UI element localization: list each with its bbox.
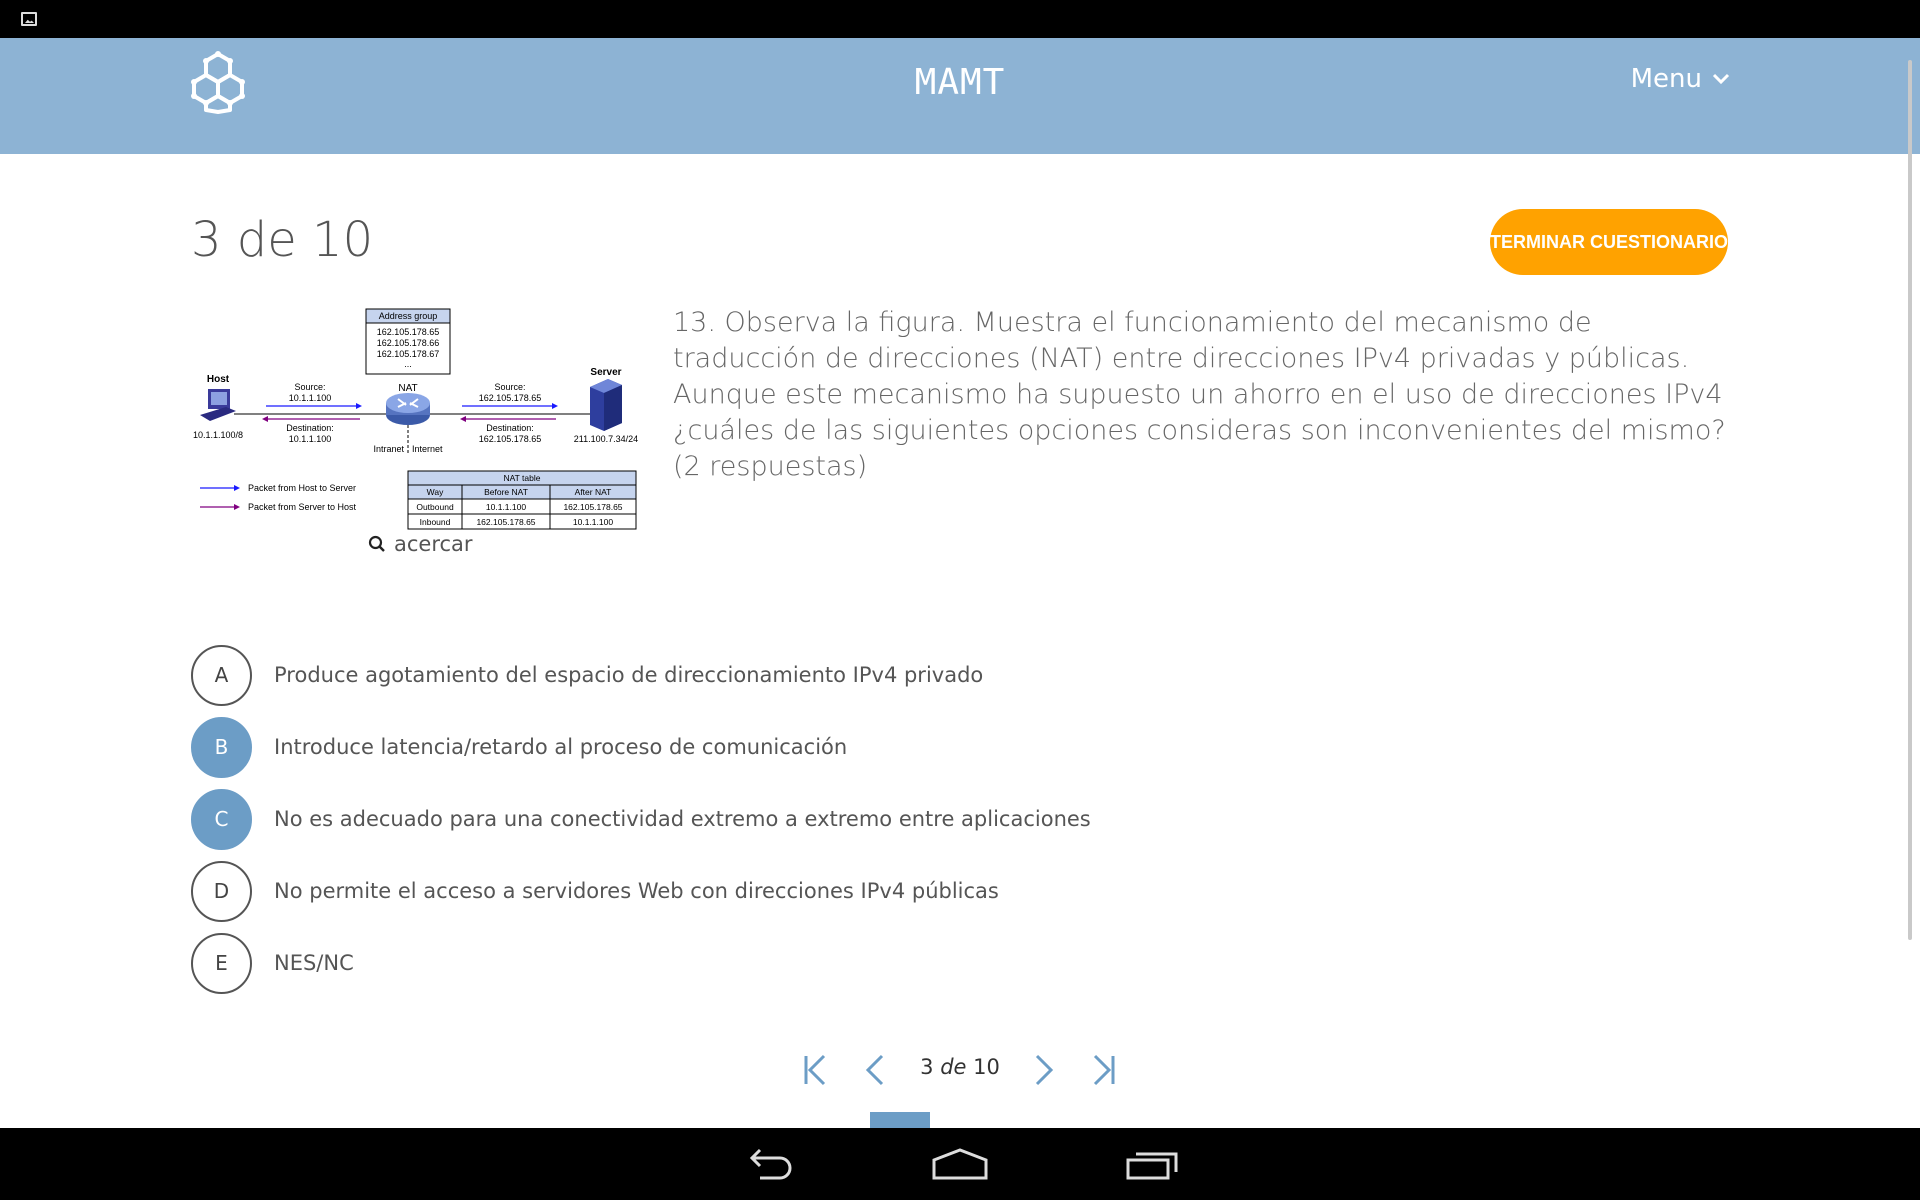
option-letter: C: [191, 788, 252, 850]
search-icon: [368, 535, 385, 552]
option-d[interactable]: D No permite el acceso a servidores Web …: [191, 860, 999, 922]
address-group-ip: 162.105.178.65: [377, 327, 440, 337]
option-letter: D: [191, 860, 252, 922]
navigation-bar: [0, 1128, 1920, 1200]
option-letter: B: [191, 716, 252, 778]
scrollbar[interactable]: [1908, 60, 1912, 940]
nat-table-cell: Inbound: [420, 517, 451, 527]
computer-icon: [200, 389, 236, 421]
server-ip: 211.100.7.34/24: [574, 434, 638, 444]
host-label: Host: [207, 374, 230, 385]
left-source-ip: 10.1.1.100: [289, 393, 332, 403]
nat-table-title: NAT table: [503, 473, 540, 483]
zoom-link[interactable]: acercar: [368, 532, 473, 556]
finish-quiz-button[interactable]: TERMINAR CUESTIONARIO: [1490, 209, 1728, 275]
right-destination-label: Destination:: [486, 423, 534, 433]
scroll-tab[interactable]: [870, 1112, 930, 1128]
home-icon[interactable]: [932, 1146, 988, 1182]
zoom-label: acercar: [394, 532, 473, 556]
next-page-button[interactable]: [1025, 1050, 1061, 1090]
last-page-button[interactable]: [1085, 1050, 1121, 1090]
nat-label: NAT: [398, 383, 417, 394]
host-ip: 10.1.1.100/8: [193, 430, 243, 440]
option-e[interactable]: E NES/NC: [191, 932, 354, 994]
router-icon: [386, 393, 430, 425]
option-text: Introduce latencia/retardo al proceso de…: [274, 735, 848, 759]
option-c[interactable]: C No es adecuado para una conectividad e…: [191, 788, 1091, 850]
nat-table-header: Before NAT: [484, 487, 528, 497]
chevron-right-icon: [1035, 1054, 1054, 1086]
previous-page-button[interactable]: [858, 1050, 894, 1090]
nat-table-header: After NAT: [575, 487, 612, 497]
pagination: 3 de 10: [0, 1050, 1920, 1090]
page-title: 3 de 10: [191, 212, 374, 268]
option-text: Produce agotamiento del espacio de direc…: [274, 663, 984, 687]
option-letter: A: [191, 644, 252, 706]
server-icon: [590, 379, 622, 431]
status-bar: [0, 0, 1920, 38]
back-icon[interactable]: [740, 1146, 796, 1182]
image-notification-icon: [21, 12, 37, 26]
legend-server-to-host: Packet from Server to Host: [248, 502, 357, 512]
nat-figure[interactable]: Address group 162.105.178.65 162.105.178…: [190, 305, 640, 537]
nat-table-cell: 10.1.1.100: [486, 502, 526, 512]
nat-table-header: Way: [427, 487, 444, 497]
recent-apps-icon[interactable]: [1124, 1146, 1180, 1182]
page-indicator: 3 de 10: [920, 1055, 1000, 1079]
internet-label: Internet: [412, 444, 443, 454]
option-letter: E: [191, 932, 252, 994]
chevron-down-icon: [1712, 73, 1730, 85]
address-group-ip: 162.105.178.67: [377, 349, 440, 359]
right-destination-ip: 162.105.178.65: [479, 434, 542, 444]
question-text: 13. Observa la figura. Muestra el funcio…: [673, 307, 1726, 482]
page-total: 10: [973, 1055, 1000, 1079]
nat-table-cell: 10.1.1.100: [573, 517, 613, 527]
last-page-icon: [1093, 1054, 1115, 1086]
app-header: MAMT Menu: [0, 38, 1920, 154]
nat-table-cell: 162.105.178.65: [563, 502, 622, 512]
left-destination-ip: 10.1.1.100: [289, 434, 332, 444]
intranet-label: Intranet: [373, 444, 404, 454]
first-page-button[interactable]: [798, 1050, 834, 1090]
address-group-ip: 162.105.178.66: [377, 338, 440, 348]
option-text: No es adecuado para una conectividad ext…: [274, 807, 1091, 831]
page-sep: de: [940, 1055, 967, 1079]
legend-host-to-server: Packet from Host to Server: [248, 483, 356, 493]
option-b[interactable]: B Introduce latencia/retardo al proceso …: [191, 716, 847, 778]
right-source-ip: 162.105.178.65: [479, 393, 542, 403]
menu-label: Menu: [1630, 64, 1702, 94]
page-current: 3: [920, 1055, 934, 1079]
left-destination-label: Destination:: [286, 423, 334, 433]
address-group-ip: ...: [404, 359, 412, 369]
nat-table-cell: Outbound: [416, 502, 454, 512]
chevron-left-icon: [865, 1054, 884, 1086]
address-group-title: Address group: [379, 311, 438, 321]
first-page-icon: [804, 1054, 826, 1086]
server-label: Server: [590, 367, 621, 378]
left-source-label: Source:: [294, 382, 325, 392]
menu-button[interactable]: Menu: [1631, 64, 1730, 94]
option-a[interactable]: A Produce agotamiento del espacio de dir…: [191, 644, 983, 706]
nat-table-cell: 162.105.178.65: [476, 517, 535, 527]
right-source-label: Source:: [494, 382, 525, 392]
option-text: NES/NC: [274, 951, 354, 975]
option-text: No permite el acceso a servidores Web co…: [274, 879, 999, 903]
